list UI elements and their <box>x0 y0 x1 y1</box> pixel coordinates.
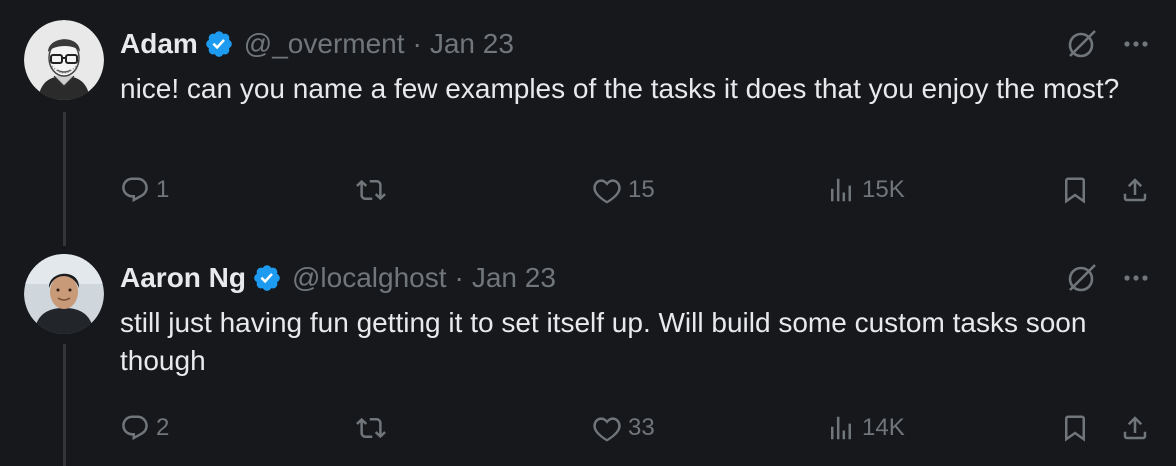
reply-button[interactable]: 2 <box>120 406 169 450</box>
avatar-illustration-icon <box>24 20 104 100</box>
avatar-photo-icon <box>24 254 104 334</box>
like-count: 15 <box>628 176 655 203</box>
share-icon <box>1123 416 1147 440</box>
more-icon[interactable] <box>1118 260 1154 296</box>
verified-badge-icon[interactable] <box>252 263 282 293</box>
bookmark-button[interactable] <box>1060 406 1090 450</box>
grok-icon[interactable] <box>1064 26 1100 62</box>
tweet-date[interactable]: Jan 23 <box>430 28 514 60</box>
tweet-date[interactable]: Jan 23 <box>472 262 556 294</box>
share-button[interactable] <box>1120 168 1150 212</box>
reply-count: 1 <box>156 176 170 203</box>
tweet[interactable]: Aaron Ng @localghost · Jan 23 still just… <box>0 234 1176 466</box>
avatar[interactable] <box>24 254 104 334</box>
tweet-header: Aaron Ng @localghost · Jan 23 <box>120 258 556 298</box>
like-icon <box>593 179 621 204</box>
share-button[interactable] <box>1120 406 1150 450</box>
reply-icon <box>122 177 148 203</box>
reply-thread: Adam @_overment · Jan 23 nice! can you n… <box>0 0 1176 466</box>
avatar[interactable] <box>24 20 104 100</box>
like-icon <box>593 417 621 442</box>
views-button[interactable]: 15K <box>826 168 905 212</box>
retweet-button[interactable] <box>356 168 392 212</box>
tweet-actions: 2 33 14K <box>0 406 1176 450</box>
reply-icon <box>122 415 148 441</box>
views-icon <box>831 178 851 202</box>
retweet-icon <box>356 417 386 439</box>
author-handle[interactable]: @localghost <box>292 262 447 294</box>
tweet-actions: 1 15 15K <box>0 168 1176 212</box>
share-icon <box>1123 178 1147 202</box>
like-button[interactable]: 33 <box>592 406 655 450</box>
views-count: 15K <box>862 176 905 203</box>
separator-dot: · <box>454 262 464 293</box>
tweet-header: Adam @_overment · Jan 23 <box>120 24 514 64</box>
author-handle[interactable]: @_overment <box>244 28 405 60</box>
views-icon <box>831 416 851 440</box>
like-count: 33 <box>628 414 655 441</box>
retweet-icon <box>356 179 386 201</box>
more-icon[interactable] <box>1118 26 1154 62</box>
bookmark-button[interactable] <box>1060 168 1090 212</box>
views-button[interactable]: 14K <box>826 406 905 450</box>
bookmark-icon <box>1065 177 1085 204</box>
bookmark-icon <box>1065 415 1085 442</box>
tweet-text: nice! can you name a few examples of the… <box>120 73 1120 104</box>
views-count: 14K <box>862 414 905 441</box>
grok-icon[interactable] <box>1064 260 1100 296</box>
tweet-text: still just having fun getting it to set … <box>120 307 1087 376</box>
retweet-button[interactable] <box>356 406 392 450</box>
separator-dot: · <box>412 28 422 59</box>
reply-count: 2 <box>156 414 170 441</box>
tweet[interactable]: Adam @_overment · Jan 23 nice! can you n… <box>0 0 1176 246</box>
author-name[interactable]: Adam <box>120 28 198 60</box>
like-button[interactable]: 15 <box>592 168 655 212</box>
verified-badge-icon[interactable] <box>204 29 234 59</box>
author-name[interactable]: Aaron Ng <box>120 262 246 294</box>
reply-button[interactable]: 1 <box>120 168 169 212</box>
